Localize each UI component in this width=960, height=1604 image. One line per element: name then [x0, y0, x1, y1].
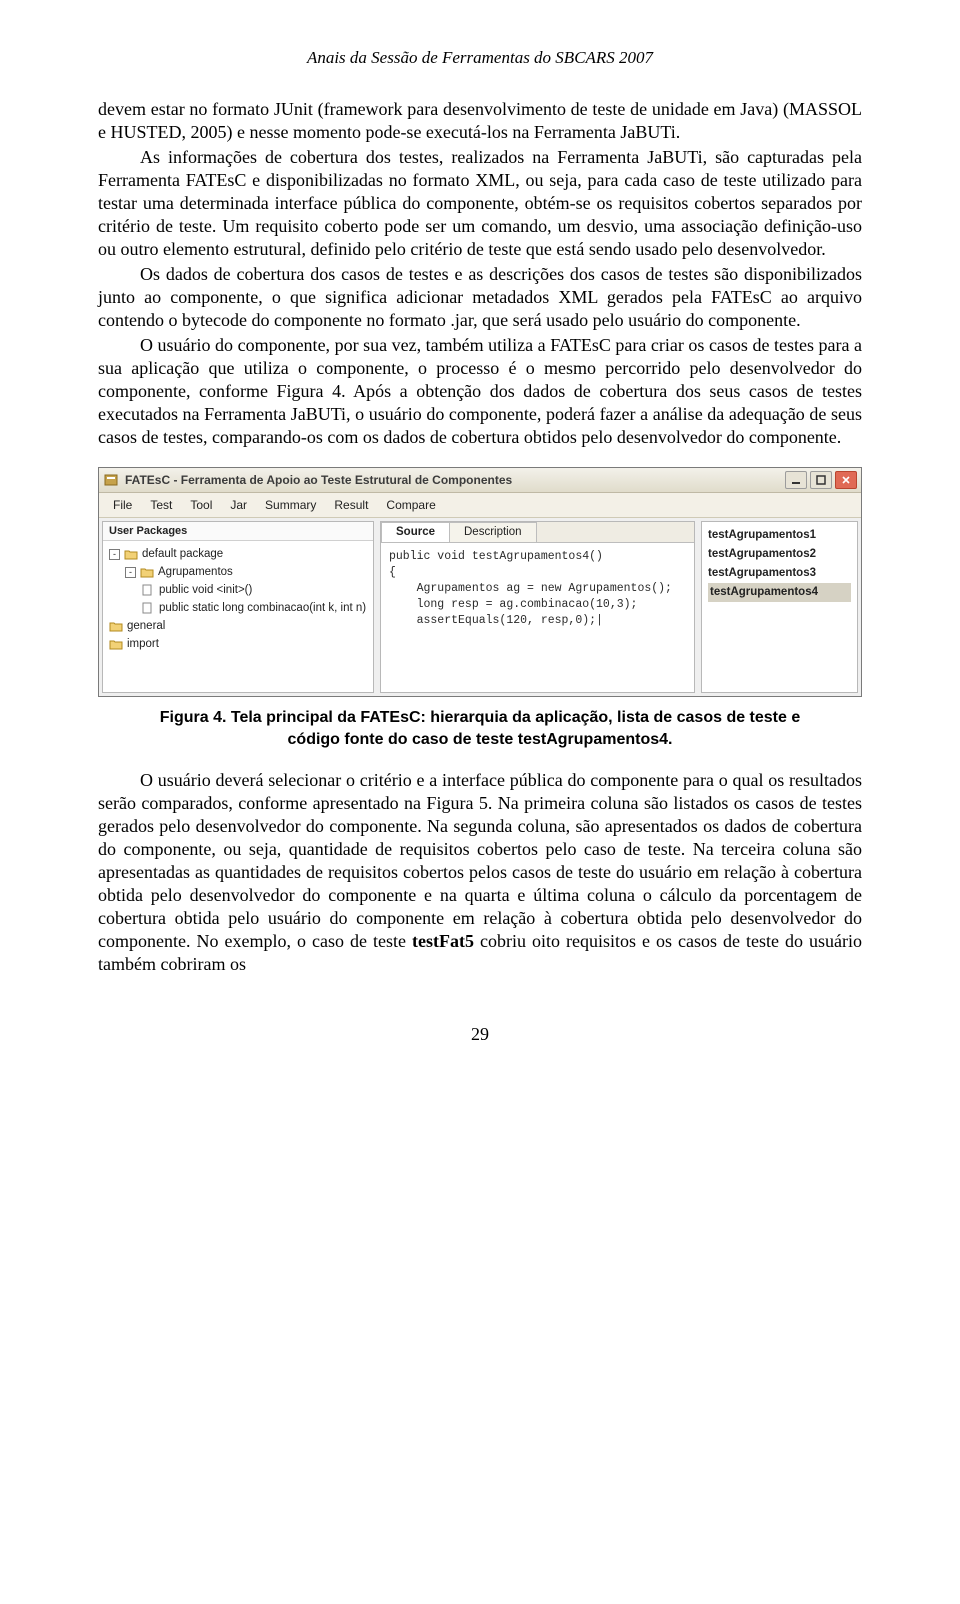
- titlebar: FATEsC - Ferramenta de Apoio ao Teste Es…: [99, 468, 861, 493]
- tree-label: general: [127, 617, 165, 635]
- tab-source[interactable]: Source: [381, 522, 450, 542]
- figure-caption: Figura 4. Tela principal da FATEsC: hier…: [142, 707, 818, 750]
- page-number: 29: [98, 1024, 862, 1045]
- tree-node[interactable]: general: [105, 617, 371, 635]
- menu-result[interactable]: Result: [326, 496, 376, 514]
- paragraph-5-bold: testFat5: [412, 931, 474, 951]
- tree-node[interactable]: public void <init>(): [105, 581, 371, 599]
- file-icon: [141, 584, 155, 596]
- window-title: FATEsC - Ferramenta de Apoio ao Teste Es…: [125, 473, 785, 487]
- folder-icon: [109, 638, 123, 650]
- folder-icon: [124, 548, 138, 560]
- folder-icon: [140, 566, 154, 578]
- app-window: FATEsC - Ferramenta de Apoio ao Teste Es…: [98, 467, 862, 697]
- folder-icon: [109, 620, 123, 632]
- package-tree[interactable]: - default package - Agrupamentos public …: [103, 541, 373, 657]
- menubar: File Test Tool Jar Summary Result Compar…: [99, 493, 861, 518]
- center-pane: Source Description public void testAgrup…: [380, 521, 695, 693]
- menu-file[interactable]: File: [105, 496, 140, 514]
- window-buttons: [785, 471, 857, 489]
- menu-tool[interactable]: Tool: [182, 496, 220, 514]
- tree-node[interactable]: - Agrupamentos: [105, 563, 371, 581]
- file-icon: [141, 602, 155, 614]
- toggle-icon[interactable]: -: [125, 567, 136, 578]
- running-head: Anais da Sessão de Ferramentas do SBCARS…: [98, 48, 862, 68]
- page: Anais da Sessão de Ferramentas do SBCARS…: [0, 0, 960, 1101]
- tree-node[interactable]: public static long combinacao(int k, int…: [105, 599, 371, 617]
- left-pane: User Packages - default package - Agrupa…: [102, 521, 374, 693]
- minimize-button[interactable]: [785, 471, 807, 489]
- menu-test[interactable]: Test: [142, 496, 180, 514]
- list-item[interactable]: testAgrupamentos2: [708, 545, 851, 564]
- tree-label: public void <init>(): [159, 581, 252, 599]
- list-item[interactable]: testAgrupamentos3: [708, 564, 851, 583]
- testcase-list[interactable]: testAgrupamentos1 testAgrupamentos2 test…: [702, 522, 857, 606]
- paragraph-1: devem estar no formato JUnit (framework …: [98, 98, 862, 144]
- tree-label: import: [127, 635, 159, 653]
- client-area: User Packages - default package - Agrupa…: [99, 518, 861, 696]
- figure-4: FATEsC - Ferramenta de Apoio ao Teste Es…: [98, 467, 862, 750]
- tree-node[interactable]: - default package: [105, 545, 371, 563]
- tree-node[interactable]: import: [105, 635, 371, 653]
- tree-label: default package: [142, 545, 223, 563]
- paragraph-5: O usuário deverá selecionar o critério e…: [98, 769, 862, 976]
- tabs: Source Description: [381, 522, 694, 543]
- left-pane-header: User Packages: [103, 522, 373, 541]
- menu-jar[interactable]: Jar: [222, 496, 255, 514]
- source-view[interactable]: public void testAgrupamentos4() { Agrupa…: [381, 543, 694, 692]
- paragraph-2: As informações de cobertura dos testes, …: [98, 146, 862, 261]
- maximize-button[interactable]: [810, 471, 832, 489]
- list-item-selected[interactable]: testAgrupamentos4: [708, 583, 851, 602]
- tree-label: Agrupamentos: [158, 563, 233, 581]
- menu-compare[interactable]: Compare: [378, 496, 443, 514]
- toggle-icon[interactable]: -: [109, 549, 120, 560]
- right-pane: testAgrupamentos1 testAgrupamentos2 test…: [701, 521, 858, 693]
- menu-summary[interactable]: Summary: [257, 496, 324, 514]
- tab-description[interactable]: Description: [449, 522, 537, 542]
- close-button[interactable]: [835, 471, 857, 489]
- paragraph-5a: O usuário deverá selecionar o critério e…: [98, 770, 862, 951]
- list-item[interactable]: testAgrupamentos1: [708, 526, 851, 545]
- paragraph-4: O usuário do componente, por sua vez, ta…: [98, 334, 862, 449]
- tree-label: public static long combinacao(int k, int…: [159, 599, 366, 617]
- paragraph-3: Os dados de cobertura dos casos de teste…: [98, 263, 862, 332]
- app-icon: [103, 472, 119, 488]
